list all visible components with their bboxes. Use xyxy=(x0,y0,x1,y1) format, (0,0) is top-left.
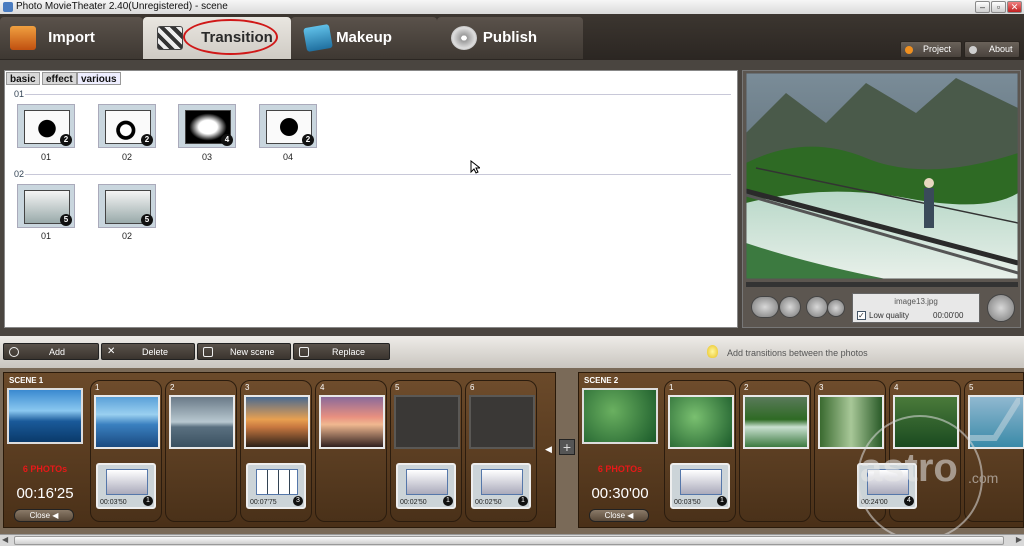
transition-slot[interactable]: 00:07'75 3 xyxy=(246,463,306,509)
scene-thumbnail[interactable] xyxy=(582,388,658,444)
transition-thumb[interactable]: 2 xyxy=(98,104,156,148)
previous-button[interactable] xyxy=(751,296,779,318)
transition-icon xyxy=(157,26,183,50)
transition-slot[interactable]: 00:03'50 1 xyxy=(96,463,156,509)
scene-thumbnail[interactable] xyxy=(7,388,83,444)
subtab-basic[interactable]: basic xyxy=(6,72,40,85)
main-nav: Import Transition Makeup Publish Project… xyxy=(0,14,1024,60)
add-icon xyxy=(9,347,19,357)
scene-label: SCENE 2 xyxy=(584,376,619,385)
scene-close-button[interactable]: Close ◀ xyxy=(14,509,74,522)
photo-slot[interactable]: 2 xyxy=(165,380,237,522)
preview-info: image13.jpg ✓ Low quality 00:00'00 xyxy=(852,293,980,323)
transition-thumb[interactable]: 2 xyxy=(17,104,75,148)
section-label: 01 xyxy=(14,89,25,99)
tab-import[interactable]: Import xyxy=(0,17,143,59)
scrollbar-thumb[interactable] xyxy=(14,536,1004,545)
scene-close-button[interactable]: Close ◀ xyxy=(589,509,649,522)
low-quality-checkbox[interactable]: ✓ xyxy=(857,311,866,320)
photo-count: 6 PHOTOs xyxy=(22,464,68,474)
maximize-button[interactable]: ▫ xyxy=(991,1,1006,13)
subtab-effect[interactable]: effect xyxy=(42,72,77,85)
photo-slot[interactable]: 2 xyxy=(739,380,811,522)
slot-photo[interactable] xyxy=(94,395,160,449)
scene-label: SCENE 1 xyxy=(9,376,44,385)
add-button[interactable]: Add xyxy=(3,343,99,360)
transition-thumb[interactable]: 2 xyxy=(259,104,317,148)
photo-slot[interactable]: 1 00:03'50 1 xyxy=(90,380,162,522)
scroll-right-icon[interactable]: ▶ xyxy=(1016,535,1022,544)
minimize-button[interactable]: – xyxy=(975,1,990,13)
window-title: Photo MovieTheater 2.40(Unregistered) - … xyxy=(16,1,228,12)
scroll-left-icon[interactable]: ◀ xyxy=(2,535,8,544)
slot-photo[interactable] xyxy=(319,395,385,449)
hint-text: Add transitions between the photos xyxy=(727,348,868,358)
photo-slot[interactable]: 5 00:02'50 1 xyxy=(390,380,462,522)
photo-slot[interactable]: 1 00:03'50 1 xyxy=(664,380,736,522)
new-scene-icon xyxy=(203,347,213,357)
transition-thumb[interactable]: 4 xyxy=(178,104,236,148)
watermark-logo: astro .com xyxy=(820,396,1023,541)
delete-button[interactable]: ✕ Delete xyxy=(101,343,195,360)
app-icon xyxy=(3,2,13,12)
transition-thumb[interactable]: 5 xyxy=(98,184,156,228)
slot-photo[interactable] xyxy=(743,395,809,449)
play-icon[interactable] xyxy=(779,296,801,318)
about-icon xyxy=(969,46,977,54)
scene-duration: 00:30'00 xyxy=(591,485,649,502)
transition-library: basic effect various 01 2 01 2 02 4 03 2… xyxy=(4,70,738,328)
mouse-cursor-icon xyxy=(470,160,480,174)
delete-icon: ✕ xyxy=(107,346,116,357)
slot-photo[interactable] xyxy=(394,395,460,449)
playback-progress[interactable] xyxy=(746,282,1018,287)
title-bar: Photo MovieTheater 2.40(Unregistered) - … xyxy=(0,0,1024,14)
photo-count: 6 PHOTOs xyxy=(597,464,643,474)
photo-slot[interactable]: 6 00:02'50 1 xyxy=(465,380,537,522)
replace-button[interactable]: Replace xyxy=(293,343,390,360)
about-button[interactable]: About xyxy=(964,41,1020,58)
section-divider xyxy=(25,174,731,175)
photo-slot[interactable]: 4 xyxy=(315,380,387,522)
transition-thumb[interactable]: 5 xyxy=(17,184,75,228)
subtab-various[interactable]: various xyxy=(77,72,121,85)
slot-photo[interactable] xyxy=(169,395,235,449)
replace-icon xyxy=(299,347,309,357)
transition-slot[interactable]: 00:02'50 1 xyxy=(471,463,531,509)
slot-photo[interactable] xyxy=(469,395,535,449)
stop-button[interactable] xyxy=(806,296,828,318)
section-divider xyxy=(25,94,731,95)
slot-photo[interactable] xyxy=(668,395,734,449)
highlight-oval xyxy=(183,19,278,55)
lightbulb-icon xyxy=(707,345,718,358)
new-scene-button[interactable]: New scene xyxy=(197,343,291,360)
photo-slot[interactable]: 3 00:07'75 3 xyxy=(240,380,312,522)
preview-filename: image13.jpg xyxy=(894,297,938,306)
transition-slot[interactable]: 00:03'50 1 xyxy=(670,463,730,509)
slot-photo[interactable] xyxy=(244,395,310,449)
scene-duration: 00:16'25 xyxy=(16,485,74,502)
project-icon xyxy=(905,46,913,54)
preview-image xyxy=(746,73,1018,279)
close-window-button[interactable]: ✕ xyxy=(1007,1,1022,13)
project-button[interactable]: Project xyxy=(900,41,962,58)
transition-slot[interactable]: 00:02'50 1 xyxy=(396,463,456,509)
section-label: 02 xyxy=(14,169,25,179)
volume-icon[interactable] xyxy=(827,299,845,317)
timeline-scrollbar[interactable]: ◀ ▶ xyxy=(0,534,1024,546)
collapse-arrow-icon[interactable]: ◀ xyxy=(545,444,552,455)
preview-time: 00:00'00 xyxy=(933,311,964,320)
tab-makeup[interactable]: Makeup xyxy=(291,17,437,59)
add-scene-icon[interactable]: + xyxy=(559,439,575,455)
low-quality-label: Low quality xyxy=(869,311,910,320)
tab-publish[interactable]: Publish xyxy=(437,17,583,59)
fullscreen-button[interactable] xyxy=(987,294,1015,322)
